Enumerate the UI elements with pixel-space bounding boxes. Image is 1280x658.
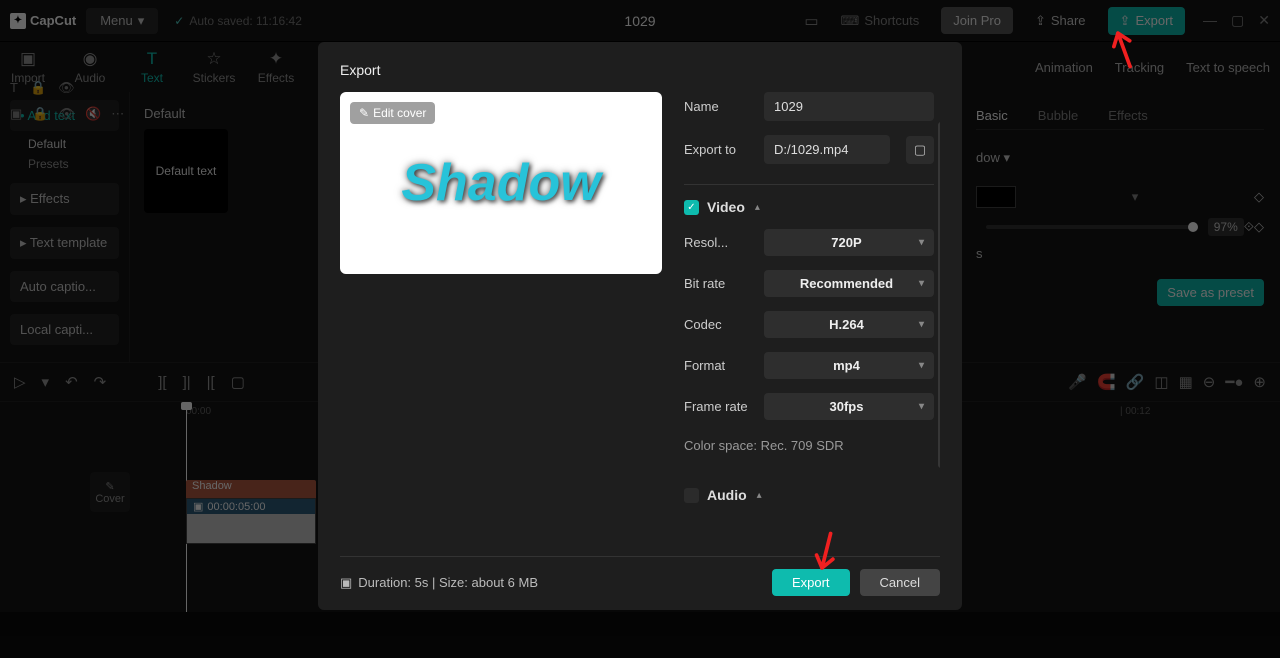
audio-section-header[interactable]: Audio ▴	[684, 473, 934, 503]
export-to-row: Export to D:/1029.mp4 ▢	[684, 135, 934, 164]
codec-select[interactable]: H.264▾	[764, 311, 934, 338]
export-modal: Export ✎ Edit cover Shadow Name 1029 Exp…	[318, 42, 962, 610]
video-section-header[interactable]: ✓ Video ▴	[684, 184, 934, 215]
scrollbar[interactable]	[938, 122, 940, 468]
pencil-icon: ✎	[359, 106, 369, 120]
resolution-select[interactable]: 720P▾	[764, 229, 934, 256]
bitrate-select[interactable]: Recommended▾	[764, 270, 934, 297]
film-icon: ▣	[340, 575, 352, 591]
name-row: Name 1029	[684, 92, 934, 121]
video-checkbox[interactable]: ✓	[684, 200, 699, 215]
audio-checkbox[interactable]	[684, 488, 699, 503]
edit-cover-button[interactable]: ✎ Edit cover	[350, 102, 435, 124]
chevron-down-icon: ▾	[919, 237, 924, 248]
modal-export-button[interactable]: Export	[772, 569, 850, 596]
name-input[interactable]: 1029	[764, 92, 934, 121]
chevron-down-icon: ▾	[919, 401, 924, 412]
folder-icon: ▢	[914, 142, 926, 158]
export-cover-preview: ✎ Edit cover Shadow	[340, 92, 662, 274]
export-path-display: D:/1029.mp4	[764, 135, 890, 164]
fps-select[interactable]: 30fps▾	[764, 393, 934, 420]
modal-cancel-button[interactable]: Cancel	[860, 569, 940, 596]
chevron-down-icon: ▾	[919, 319, 924, 330]
modal-body: ✎ Edit cover Shadow Name 1029 Export to …	[340, 92, 940, 548]
modal-title: Export	[340, 62, 940, 78]
footer-info: ▣ Duration: 5s | Size: about 6 MB	[340, 575, 538, 591]
export-form: Name 1029 Export to D:/1029.mp4 ▢ ✓ Vide…	[684, 92, 940, 548]
caret-up-icon: ▴	[755, 202, 760, 213]
caret-up-icon: ▴	[757, 490, 762, 501]
chevron-down-icon: ▾	[919, 360, 924, 371]
color-space-note: Color space: Rec. 709 SDR	[684, 438, 934, 453]
format-select[interactable]: mp4▾	[764, 352, 934, 379]
chevron-down-icon: ▾	[919, 278, 924, 289]
browse-button[interactable]: ▢	[906, 136, 934, 164]
modal-footer: ▣ Duration: 5s | Size: about 6 MB Export…	[340, 556, 940, 596]
preview-text: Shadow	[401, 153, 600, 213]
